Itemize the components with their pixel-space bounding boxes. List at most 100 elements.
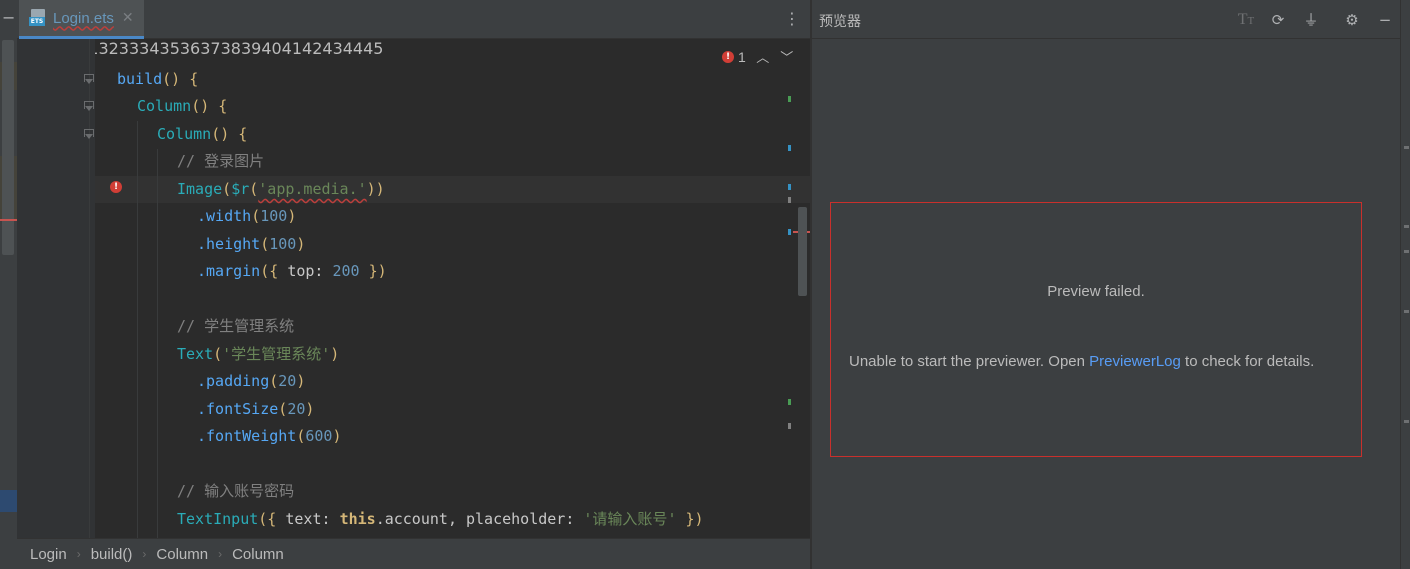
fold-icon[interactable]: [84, 129, 94, 141]
change-marker[interactable]: [788, 184, 791, 190]
change-marker[interactable]: [788, 399, 791, 405]
code-line-31: Column() {: [157, 121, 247, 148]
chevron-down-icon[interactable]: ﹀: [780, 47, 794, 66]
token-paren: (: [278, 400, 288, 418]
token-paren: (: [251, 207, 261, 225]
token-method: .height: [197, 235, 261, 253]
code-editor[interactable]: ! build() { Column() { Column() { // 登录图…: [17, 39, 810, 538]
gear-icon[interactable]: ⚙: [1342, 10, 1362, 30]
error-count: 1: [738, 48, 746, 65]
code-line-45: TextInput({ text: this.account, placehol…: [177, 506, 704, 533]
token-paren: () {: [162, 70, 199, 88]
chevron-right-icon: ›: [142, 547, 147, 561]
token-component: Image: [177, 180, 223, 198]
strip-tick[interactable]: [1404, 420, 1409, 423]
line-number: 40: [261, 39, 282, 58]
strip-tick[interactable]: [1404, 146, 1409, 149]
change-marker[interactable]: [788, 96, 791, 102]
token-number: 100: [260, 207, 288, 225]
code-line-40: .padding(20): [197, 368, 305, 395]
token-paren: ): [296, 372, 306, 390]
plug-icon[interactable]: ⏚: [1301, 10, 1321, 30]
breadcrumb-item[interactable]: Column: [232, 546, 284, 563]
token-component: Column: [137, 97, 192, 115]
change-marker[interactable]: [788, 423, 791, 429]
inspection-widget[interactable]: ! 1 ︿ ﹀: [722, 47, 794, 66]
fold-icon[interactable]: [84, 101, 94, 113]
collapse-icon[interactable]: −: [2, 10, 15, 26]
code-line-39: Text('学生管理系统'): [177, 341, 339, 368]
token-paren: }): [359, 262, 387, 280]
change-marker[interactable]: [788, 145, 791, 151]
token-string: '学生管理系统': [222, 345, 331, 363]
detail-suffix: to check for details.: [1180, 353, 1315, 370]
token-paren: ): [332, 427, 342, 445]
minimize-icon[interactable]: −: [1375, 10, 1395, 30]
preview-failed-text: Preview failed.: [1047, 283, 1145, 300]
line-number: 36: [179, 39, 201, 58]
chevron-right-icon: ›: [76, 547, 81, 561]
token-paren: ({: [260, 262, 288, 280]
strip-tick[interactable]: [1404, 310, 1409, 313]
code-line-42: .fontWeight(600): [197, 423, 342, 450]
token-paren: }): [676, 510, 704, 528]
code-line-29: build() {: [117, 66, 198, 93]
strip-tick[interactable]: [1404, 250, 1409, 253]
preview-error-box: Preview failed. Unable to start the prev…: [830, 202, 1362, 457]
code-comment-44: // 输入账号密码: [177, 482, 295, 500]
token-method: .width: [197, 207, 252, 225]
token-number: 20: [278, 372, 297, 390]
editor-scrollbar[interactable]: [798, 207, 807, 296]
breadcrumb-item[interactable]: Login: [30, 546, 67, 563]
line-gutter: [17, 39, 95, 538]
token-paren: )): [366, 180, 385, 198]
text-size-icon[interactable]: TT: [1236, 10, 1256, 30]
strip-scroll-thumb[interactable]: [2, 40, 14, 255]
previewer-log-link[interactable]: PreviewerLog: [1089, 353, 1181, 370]
tab-login-ets[interactable]: ETS Login.ets ✕: [19, 0, 144, 39]
token-number: 20: [287, 400, 306, 418]
token-method: .margin: [197, 262, 261, 280]
line-number: 45: [363, 39, 384, 58]
chevron-up-icon[interactable]: ︿: [756, 47, 770, 66]
strip-tick[interactable]: [1404, 225, 1409, 228]
error-gutter-icon[interactable]: !: [110, 181, 122, 197]
close-icon[interactable]: ✕: [122, 10, 134, 26]
token-dot: .: [375, 510, 385, 528]
token-key: placeholder: [466, 510, 566, 528]
change-marker[interactable]: [788, 229, 791, 235]
token-paren: ): [330, 345, 340, 363]
token-paren: (: [222, 180, 232, 198]
token-r: $r: [231, 180, 250, 198]
line-number: 35: [159, 39, 180, 58]
detail-prefix: Unable to start the previewer. Open: [849, 353, 1090, 370]
line-number: 42: [302, 39, 323, 58]
line-number: 34: [139, 39, 160, 58]
left-tool-strip: −: [0, 0, 17, 569]
previewer-title: 预览器: [819, 14, 861, 30]
line-number: 32: [98, 39, 119, 58]
token-number: 600: [305, 427, 333, 445]
token-colon: :: [314, 262, 333, 280]
breadcrumb-item[interactable]: Column: [156, 546, 208, 563]
line-number: 33: [118, 39, 140, 58]
breadcrumb: Login › build() › Column › Column: [17, 538, 810, 569]
error-icon: !: [722, 50, 734, 63]
line-number: 37: [200, 39, 221, 58]
file-type-badge: ETS: [29, 17, 45, 26]
token-paren: (: [249, 180, 259, 198]
more-vertical-icon[interactable]: ⋮: [784, 11, 800, 27]
refresh-icon[interactable]: ⟳: [1268, 10, 1288, 30]
preview-detail-text: Unable to start the previewer. Open Prev…: [849, 353, 1314, 370]
token-method: .fontWeight: [197, 427, 297, 445]
code-comment-38: // 学生管理系统: [177, 317, 295, 335]
change-marker[interactable]: [788, 197, 791, 203]
fold-icon[interactable]: [84, 74, 94, 86]
token-paren: () {: [211, 125, 248, 143]
token-paren: (: [269, 372, 279, 390]
token-colon: :: [565, 510, 584, 528]
breadcrumb-item[interactable]: build(): [91, 546, 133, 563]
previewer-header: 预览器 TT ⟳ ⏚ ⚙ −: [812, 0, 1400, 39]
code-comment-32: // 登录图片: [177, 152, 265, 170]
token-member: account: [384, 510, 448, 528]
